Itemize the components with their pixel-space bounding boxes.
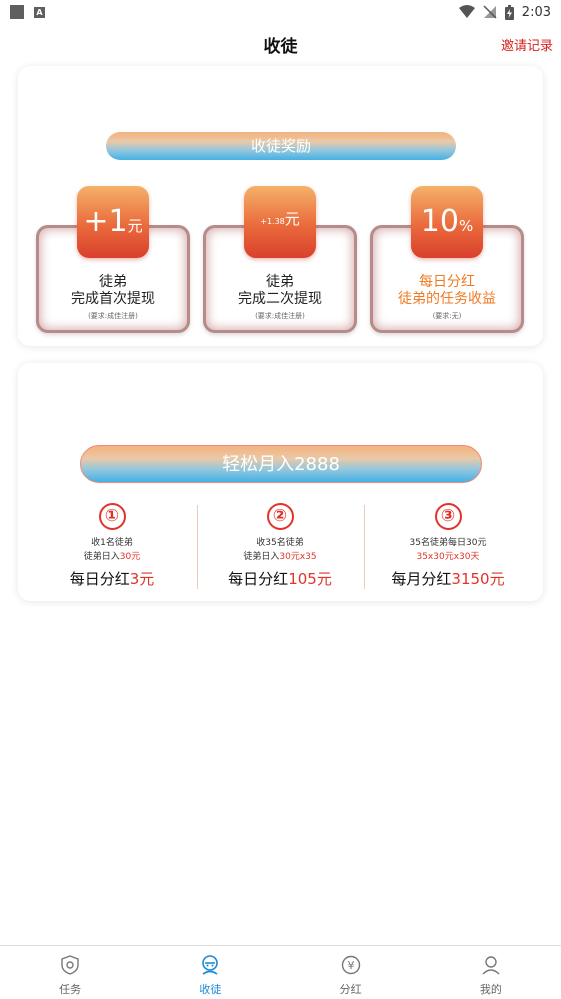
robot-icon (202, 955, 219, 975)
yuan-icon: ¥ (341, 955, 360, 975)
nav-item-tasks[interactable]: 任务 (0, 946, 140, 999)
nav-item-apprentice[interactable]: 收徒 (140, 946, 280, 999)
reward-note: (要求:成佳注册) (88, 312, 138, 320)
bottom-nav: 任务 收徒 ¥ 分红 我的 (0, 945, 561, 999)
reward-note: (要求:成佳注册) (255, 312, 305, 320)
user-icon (482, 956, 500, 975)
step-line2-highlight: 35x30元x30天 (416, 552, 480, 562)
reward-banner: 收徒奖励 (106, 132, 456, 160)
reward-card: 收徒奖励 徒弟 完成首次提现 (要求:成佳注册) 徒弟 完成二次提现 (要求:成… (18, 66, 543, 346)
reward-line2: 完成首次提现 (71, 291, 155, 307)
income-step: ③ 35名徒弟每日30元 35x30元x30天 每月分红3150元 (364, 503, 532, 593)
svg-text:¥: ¥ (347, 959, 354, 972)
reward-line2: 徒弟的任务收益 (398, 291, 496, 307)
step-line2: 35x30元x30天 (364, 550, 532, 564)
nav-label: 任务 (59, 983, 82, 996)
step-main: 每月分红3150元 (364, 568, 532, 590)
invite-record-link[interactable]: 邀请记录 (501, 35, 553, 54)
notification-icon (10, 5, 24, 19)
step-line2-highlight: 30元 (119, 552, 141, 562)
step-number-icon: ③ (434, 503, 462, 530)
step-number-icon: ① (98, 503, 126, 530)
badge-value: +1 (83, 204, 128, 239)
badge-value: 10 (420, 204, 459, 239)
nav-label: 收徒 (199, 983, 222, 996)
reward-line1: 徒弟 (266, 274, 294, 290)
step-line2: 徒弟日入30元x35 (196, 550, 364, 564)
reward-badge: 10% (411, 186, 483, 258)
title-bar: 收徒 邀请记录 (0, 26, 561, 62)
nav-item-mine[interactable]: 我的 (421, 946, 561, 999)
reward-line1: 每日分红 (419, 274, 475, 290)
step-main-prefix: 每日分红 (69, 570, 130, 588)
reward-badge: +1元 (77, 186, 149, 258)
step-line2-prefix: 徒弟日入 (243, 552, 280, 562)
shield-icon (61, 955, 79, 975)
reward-line2: 完成二次提现 (238, 291, 322, 307)
step-line2-highlight: 30元x35 (279, 552, 317, 562)
badge-value: +1.38 (260, 217, 285, 226)
income-card: 轻松月入2888 ① 收1名徒弟 徒弟日入30元 每日分红3元 ② 收35名徒弟… (18, 363, 543, 601)
step-line1: 35名徒弟每日30元 (409, 538, 487, 548)
badge-unit: 元 (284, 210, 300, 228)
income-step: ② 收35名徒弟 徒弟日入30元x35 每日分红105元 (196, 503, 364, 593)
step-main-prefix: 每月分红 (391, 570, 452, 588)
badge-unit: 元 (127, 217, 143, 235)
step-line2: 徒弟日入30元 (28, 550, 196, 564)
step-main: 每日分红3元 (28, 568, 196, 590)
page-title: 收徒 (263, 37, 298, 57)
step-line1: 收35名徒弟 (256, 538, 304, 548)
badge-unit: % (458, 217, 474, 235)
step-main-amount: 3150元 (451, 570, 505, 588)
step-main: 每日分红105元 (196, 568, 364, 590)
battery-icon (504, 4, 514, 20)
step-main-amount: 105元 (288, 570, 332, 588)
clock: 2:03 (521, 4, 551, 20)
income-banner: 轻松月入2888 (80, 445, 482, 483)
wifi-icon (458, 5, 475, 18)
nav-item-dividend[interactable]: ¥ 分红 (281, 946, 421, 999)
nav-label: 我的 (479, 983, 502, 996)
no-signal-icon (483, 5, 497, 19)
step-line2-prefix: 徒弟日入 (83, 552, 120, 562)
nav-label: 分红 (339, 983, 362, 996)
step-main-prefix: 每日分红 (228, 570, 289, 588)
step-number-icon: ② (266, 503, 294, 530)
income-step: ① 收1名徒弟 徒弟日入30元 每日分红3元 (28, 503, 196, 593)
reward-note: (要求:无) (432, 312, 462, 320)
status-bar: A 2:03 (0, 0, 561, 24)
reward-badge: +1.38元 (244, 186, 316, 258)
step-main-amount: 3元 (129, 570, 155, 588)
reward-line1: 徒弟 (99, 274, 127, 290)
app-indicator-icon: A (34, 6, 45, 18)
step-line1: 收1名徒弟 (91, 538, 133, 548)
